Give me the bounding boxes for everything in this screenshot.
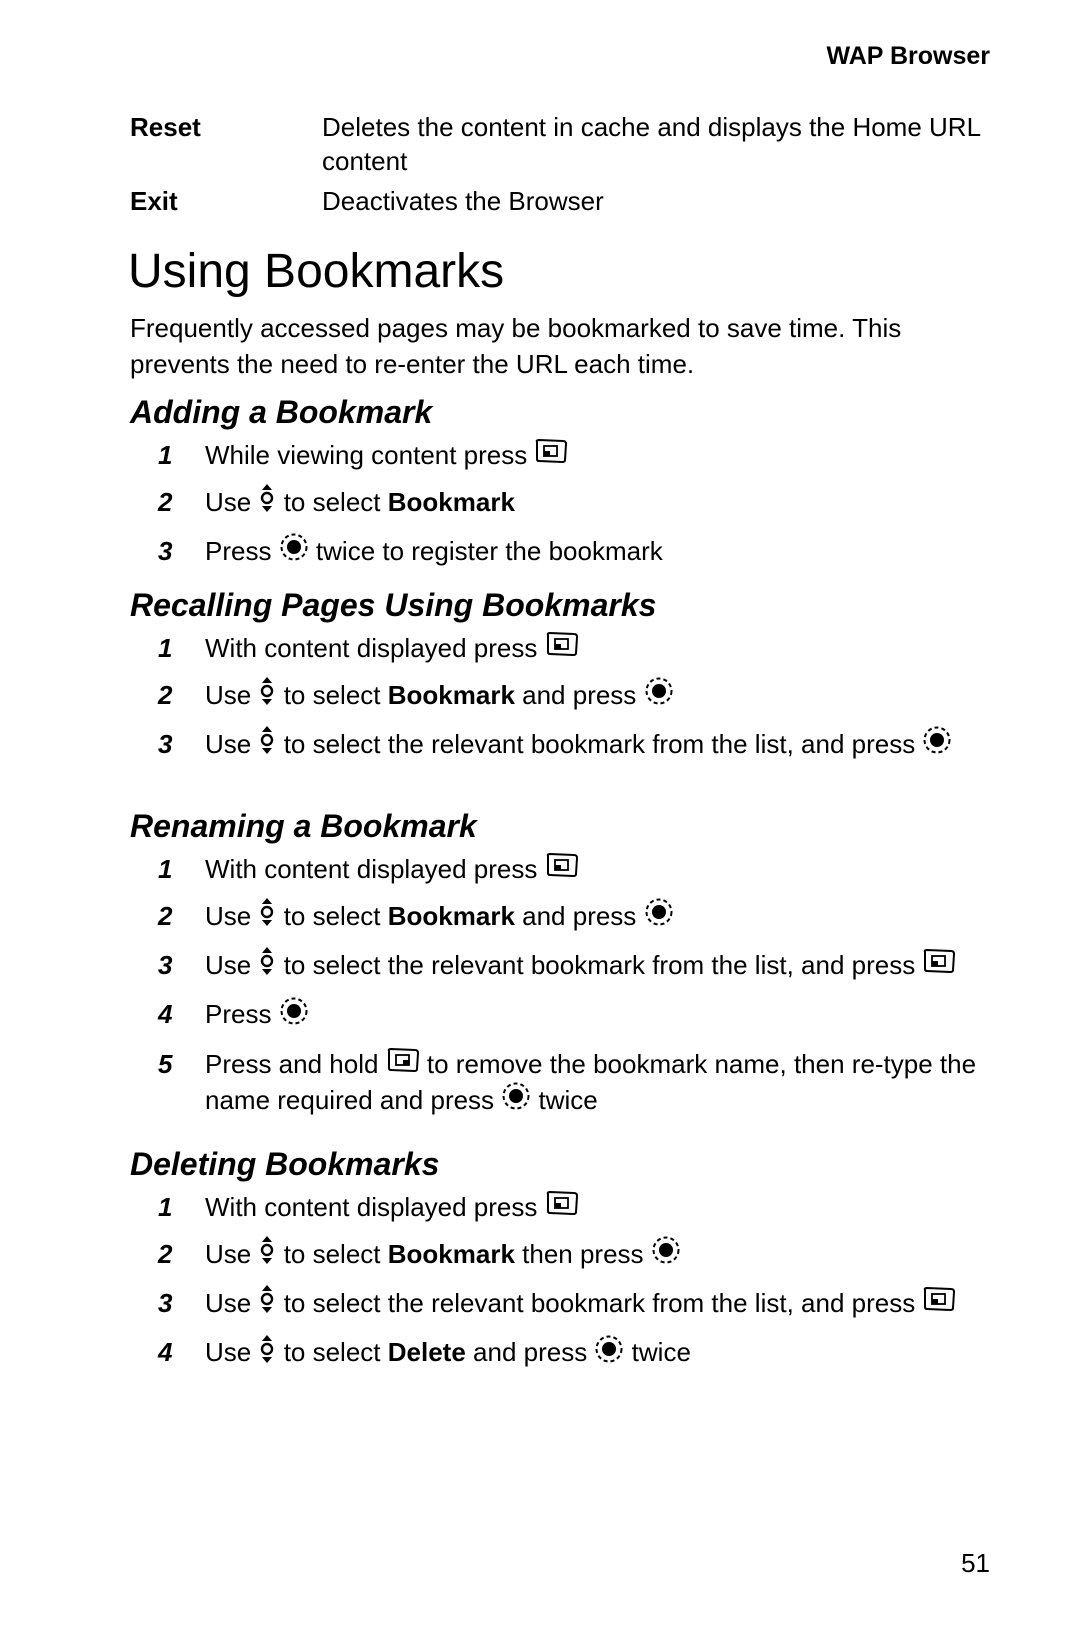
section-heading: Adding a Bookmark — [130, 394, 433, 430]
step-number: 3 — [158, 1288, 173, 1319]
navigation-key-icon — [258, 1334, 276, 1372]
page-title: Using Bookmarks — [128, 245, 505, 298]
step-item: 2 Use to select Bookmark and press — [130, 676, 990, 716]
section-renaming-bookmark: Renaming a Bookmark 1 With content display… — [130, 806, 990, 1132]
step-text: With content displayed press — [205, 852, 990, 888]
step-text: While viewing content press — [205, 438, 990, 474]
left-soft-key-icon — [922, 1286, 956, 1320]
navigation-key-icon — [258, 483, 276, 521]
section-recalling-pages: Recalling Pages Using Bookmarks 1 With con… — [130, 585, 990, 776]
emphasized-term: Bookmark — [387, 680, 515, 711]
select-key-icon — [279, 532, 309, 570]
step-text: Use to select the relevant bookmark from… — [205, 725, 990, 765]
step-item: 4 Press — [130, 997, 990, 1035]
navigation-key-icon — [258, 1284, 276, 1322]
section-adding-bookmark: Adding a Bookmark 1 While viewing content … — [130, 392, 990, 583]
step-number: 3 — [158, 729, 173, 760]
step-item: 1 While viewing content press — [130, 438, 990, 474]
option-row: Exit Deactivates the Browser — [130, 184, 990, 218]
running-header: WAP Browser — [826, 42, 990, 70]
left-soft-key-icon — [922, 948, 956, 982]
step-item: 3 Press twice to register the bookmark — [130, 532, 990, 572]
step-item: 1 With content displayed press — [130, 1190, 990, 1226]
select-key-icon — [651, 1235, 681, 1273]
clear-key-icon — [386, 1047, 420, 1081]
step-item: 3 Use to select the relevant bookmark fro… — [130, 1284, 990, 1324]
option-description: Deletes the content in cache and display… — [322, 112, 981, 176]
step-text: Press twice to register the bookmark — [205, 532, 990, 572]
step-number: 1 — [158, 1192, 173, 1222]
step-item: 1 With content displayed press — [130, 852, 990, 888]
option-description: Deactivates the Browser — [322, 186, 604, 216]
step-text: Press and hold to remove the bookmark na… — [205, 1047, 990, 1121]
section-heading: Recalling Pages Using Bookmarks — [130, 587, 657, 623]
step-text: Use to select Bookmark — [205, 483, 990, 523]
step-text: Use to select the relevant bookmark from… — [205, 946, 990, 986]
step-text: Use to select Bookmark and press — [205, 676, 990, 716]
select-key-icon — [922, 725, 952, 763]
intro-paragraph: Frequently accessed pages may be bookmar… — [130, 313, 902, 379]
step-number: 4 — [158, 999, 173, 1030]
step-text: With content displayed press — [205, 631, 990, 667]
section-heading: Renaming a Bookmark — [130, 808, 477, 844]
step-number: 1 — [158, 440, 173, 470]
emphasized-term: Delete — [387, 1337, 466, 1368]
left-soft-key-icon — [545, 852, 579, 886]
step-number: 2 — [158, 901, 173, 932]
step-item: 2 Use to select Bookmark then press — [130, 1235, 990, 1275]
step-text: Use to select Bookmark and press — [205, 897, 990, 937]
step-number: 2 — [158, 487, 173, 518]
step-item: 5 Press and hold to remove the bookmark n… — [130, 1047, 990, 1121]
step-number: 1 — [158, 854, 173, 884]
navigation-key-icon — [258, 1235, 276, 1273]
option-term: Reset — [130, 112, 201, 142]
step-number: 4 — [158, 1337, 173, 1368]
option-list: Reset Deletes the content in cache and d… — [130, 110, 990, 224]
step-number: 3 — [158, 536, 173, 567]
emphasized-term: Bookmark — [387, 1239, 515, 1270]
step-number: 3 — [158, 950, 173, 981]
navigation-key-icon — [258, 897, 276, 935]
left-soft-key-icon — [545, 631, 579, 665]
option-term: Exit — [130, 186, 178, 216]
select-key-icon — [279, 996, 309, 1034]
left-soft-key-icon — [534, 438, 568, 472]
step-text: Use to select Delete and press twice — [205, 1334, 990, 1373]
select-key-icon — [644, 897, 674, 935]
emphasized-term: Bookmark — [387, 487, 515, 518]
step-number: 5 — [158, 1048, 173, 1079]
left-soft-key-icon — [545, 1190, 579, 1224]
navigation-key-icon — [258, 725, 276, 763]
option-row: Reset Deletes the content in cache and d… — [130, 110, 990, 178]
step-text: Use to select Bookmark then press — [205, 1235, 990, 1275]
step-number: 2 — [158, 680, 173, 711]
page-number: 51 — [961, 1548, 990, 1578]
select-key-icon — [594, 1334, 624, 1372]
step-item: 3 Use to select the relevant bookmark fro… — [130, 725, 990, 765]
step-item: 3 Use to select the relevant bookmark fro… — [130, 946, 990, 986]
step-item: 2 Use to select Bookmark — [130, 483, 990, 523]
navigation-key-icon — [258, 946, 276, 984]
step-text: With content displayed press — [205, 1190, 990, 1226]
select-key-icon — [644, 676, 674, 714]
step-text: Press — [205, 997, 990, 1035]
navigation-key-icon — [258, 676, 276, 714]
step-item: 1 With content displayed press — [130, 631, 990, 667]
step-text: Use to select the relevant bookmark from… — [205, 1284, 990, 1324]
step-number: 1 — [158, 633, 173, 663]
emphasized-term: Bookmark — [387, 901, 515, 932]
step-number: 2 — [158, 1239, 173, 1270]
section-heading: Deleting Bookmarks — [130, 1146, 440, 1182]
step-item: 4 Use to select Delete and press twice — [130, 1334, 990, 1373]
select-key-icon — [501, 1081, 531, 1119]
section-deleting-bookmarks: Deleting Bookmarks 1 With content displaye… — [130, 1144, 990, 1385]
step-item: 2 Use to select Bookmark and press — [130, 897, 990, 937]
